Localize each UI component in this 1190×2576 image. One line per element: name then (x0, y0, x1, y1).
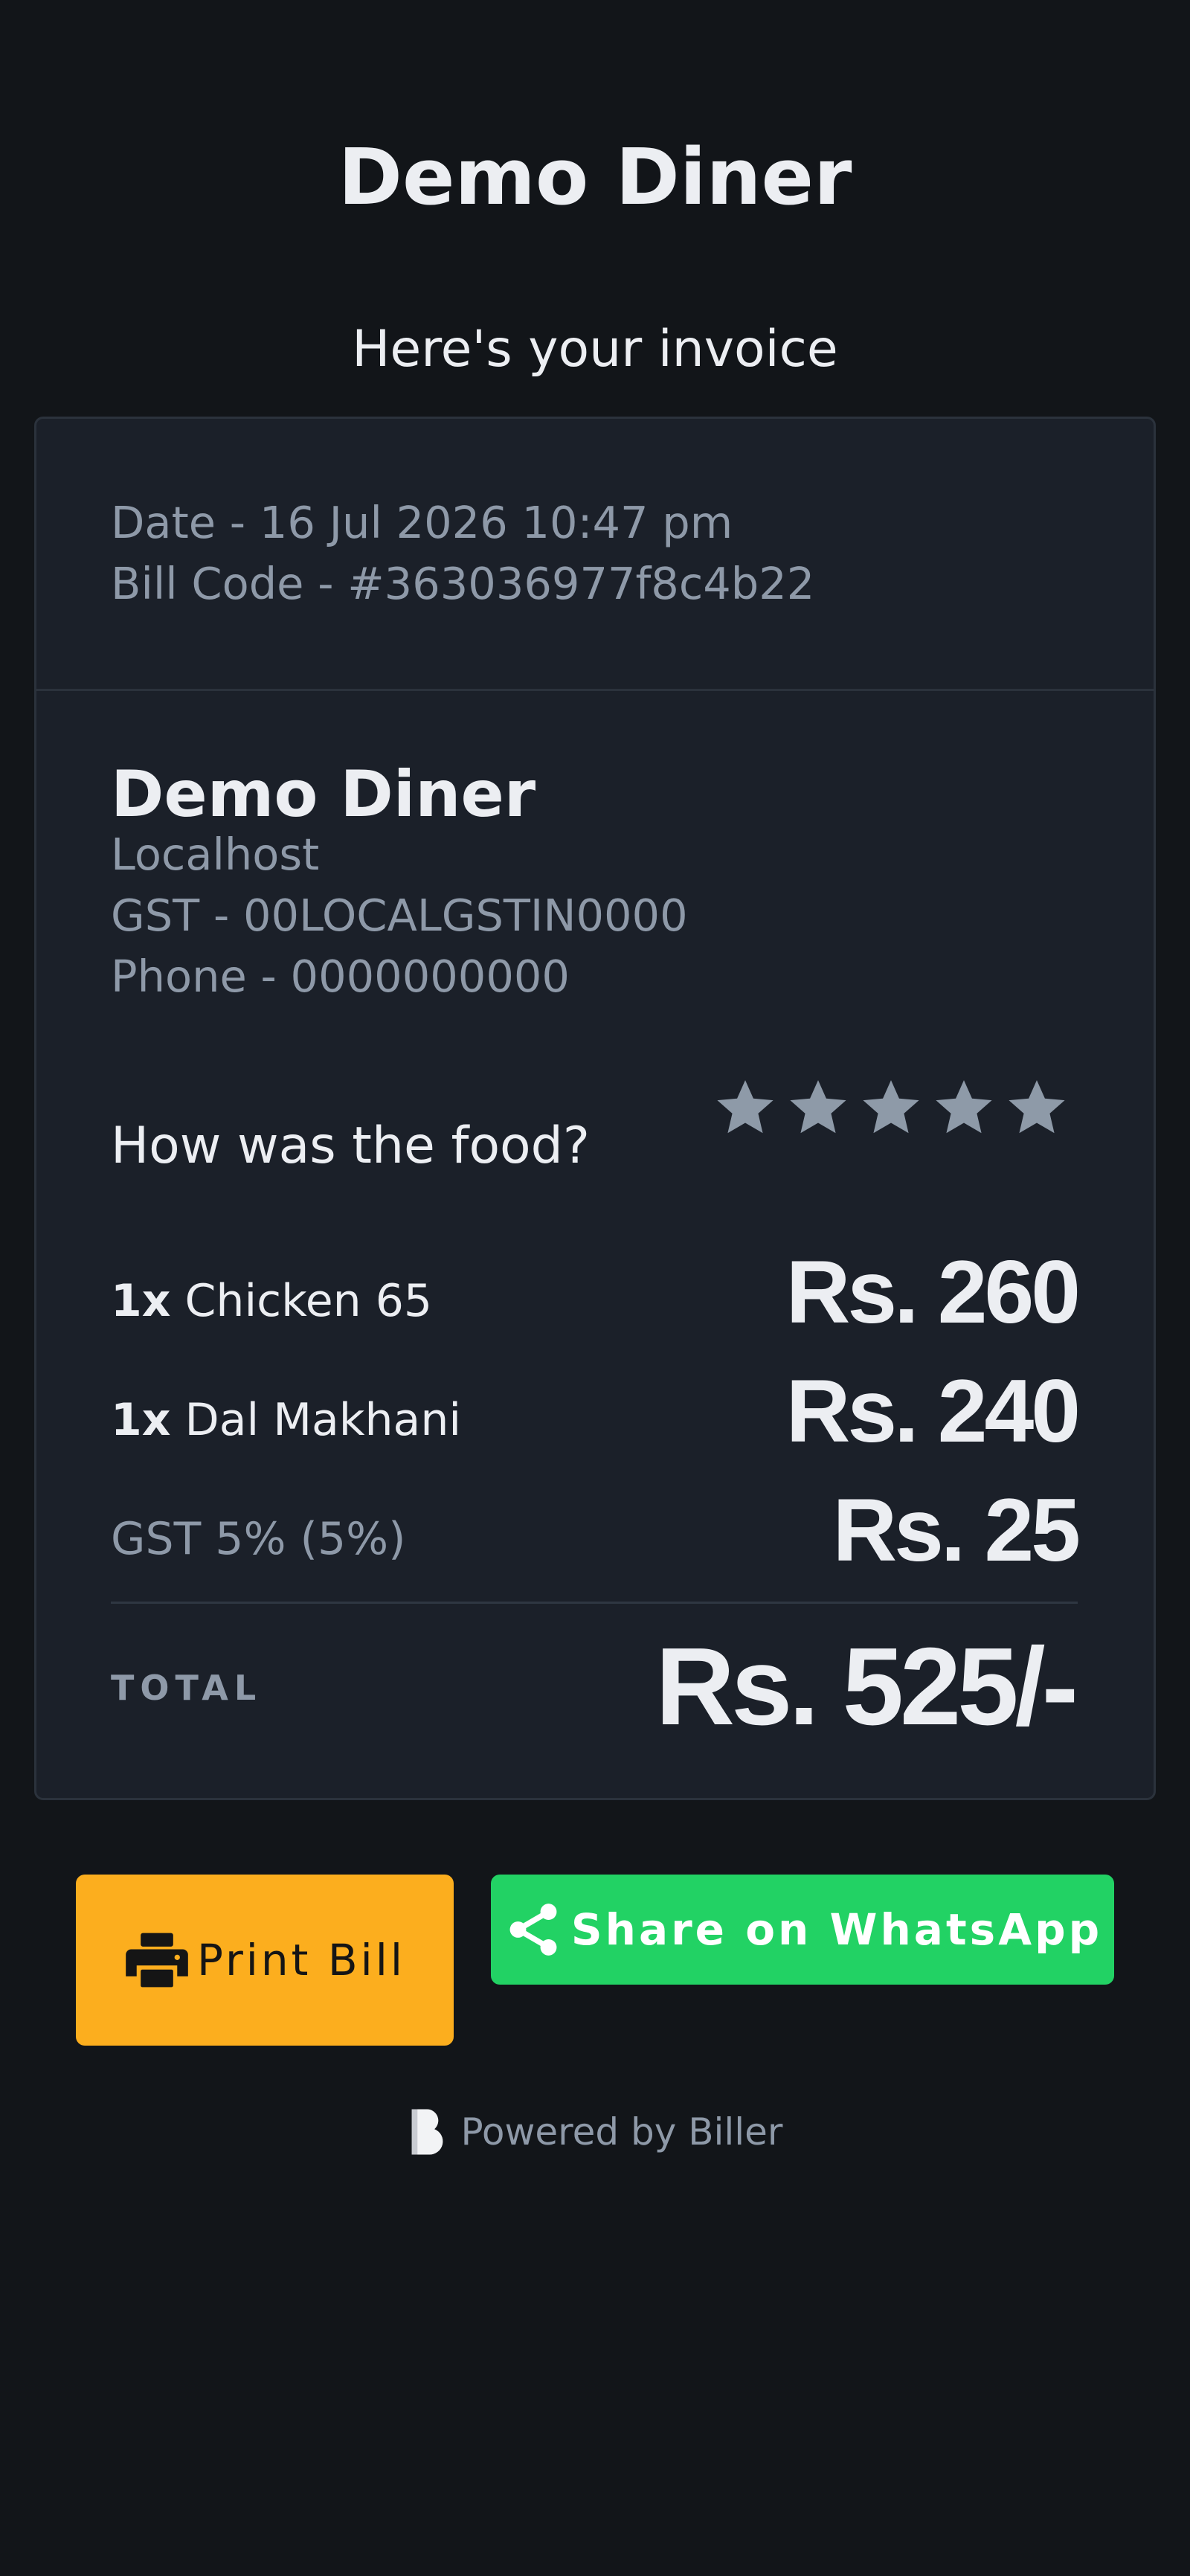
invoice-meta: Date - 16 Jul 2026 10:47 pm Bill Code - … (36, 419, 1154, 691)
item-name: 1x Dal Makhani (111, 1390, 461, 1450)
item-price: Rs. 240 (785, 1361, 1081, 1461)
tax-row: GST 5% (5%) Rs. 25 (111, 1471, 1081, 1582)
share-icon (509, 1904, 557, 1956)
rating-question: How was the food? (111, 1117, 590, 1175)
store-gst: GST - 00LOCALGSTIN0000 (111, 890, 688, 941)
print-bill-label: Print Bill (197, 1935, 405, 1985)
item-label: Dal Makhani (184, 1394, 462, 1446)
star-icon[interactable] (1006, 1066, 1067, 1148)
star-icon[interactable] (788, 1066, 849, 1148)
store-phone: Phone - 0000000000 (111, 951, 570, 1002)
tax-amount: Rs. 25 (832, 1480, 1081, 1580)
powered-by-text: Powered by Biller (460, 2110, 783, 2153)
printer-icon (126, 1933, 188, 1988)
item-qty: 1x (111, 1275, 171, 1327)
total-label: TOTAL (111, 1668, 263, 1708)
bill-code: Bill Code - #363036977f8c4b22 (111, 558, 815, 609)
page-title: Demo Diner (338, 132, 852, 222)
star-icon[interactable] (715, 1066, 776, 1148)
invoice-card: Date - 16 Jul 2026 10:47 pm Bill Code - … (34, 417, 1156, 1800)
item-price: Rs. 260 (785, 1242, 1081, 1342)
share-whatsapp-button[interactable]: Share on WhatsApp (491, 1875, 1114, 1985)
biller-logo-icon (411, 2109, 443, 2155)
invoice-date: Date - 16 Jul 2026 10:47 pm (111, 497, 733, 548)
store-name: Demo Diner (111, 757, 536, 832)
share-whatsapp-label: Share on WhatsApp (570, 1904, 1103, 1955)
total-divider (111, 1602, 1078, 1604)
star-rating (715, 1066, 1067, 1148)
tax-label: GST 5% (5%) (111, 1513, 406, 1565)
store-address: Localhost (111, 829, 320, 880)
star-icon[interactable] (933, 1066, 994, 1148)
item-name: 1x Chicken 65 (111, 1271, 432, 1331)
item-qty: 1x (111, 1394, 171, 1446)
invoice-subtitle: Here's your invoice (352, 320, 838, 379)
star-icon[interactable] (861, 1066, 922, 1148)
total-value: Rs. 525/- (655, 1625, 1078, 1748)
line-item: 1x Dal Makhani Rs. 240 (111, 1352, 1081, 1463)
line-item: 1x Chicken 65 Rs. 260 (111, 1233, 1081, 1344)
powered-by-footer: Powered by Biller (0, 2102, 1190, 2162)
print-bill-button[interactable]: Print Bill (76, 1875, 454, 2046)
item-label: Chicken 65 (184, 1275, 433, 1327)
